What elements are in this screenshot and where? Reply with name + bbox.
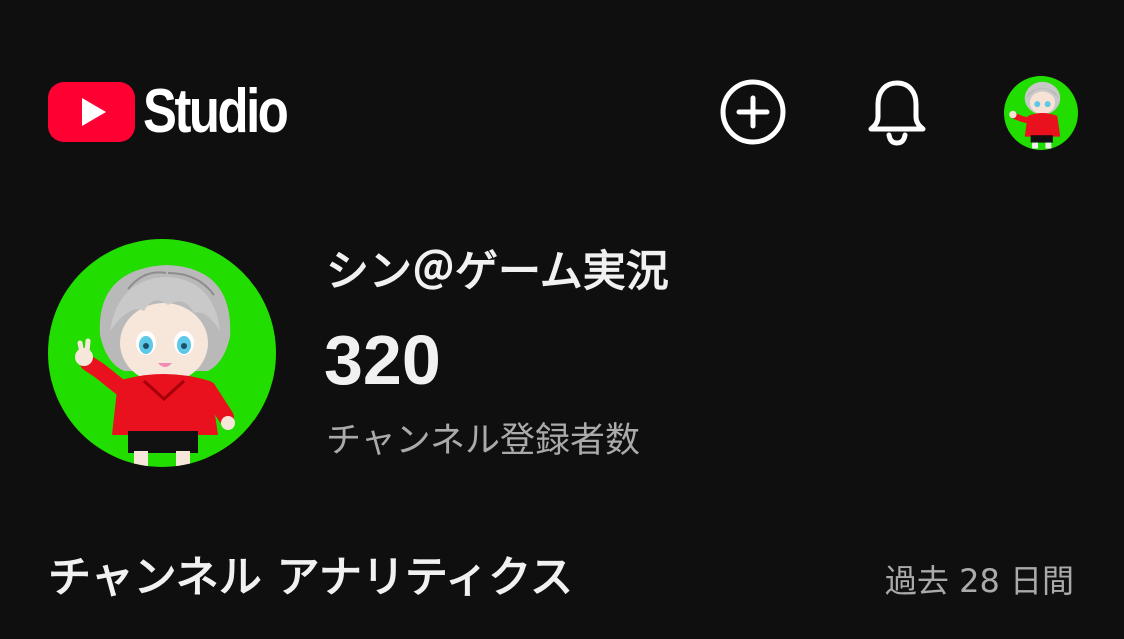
- channel-avatar[interactable]: [48, 239, 276, 467]
- channel-avatar-illustration: [48, 239, 276, 467]
- logo-text: Studio: [143, 77, 289, 146]
- app-header: Studio: [0, 0, 1124, 230]
- bell-icon: [868, 80, 926, 146]
- avatar-illustration: [1004, 76, 1078, 150]
- add-circle-icon: [720, 79, 786, 145]
- youtube-play-icon: [48, 82, 135, 142]
- create-button[interactable]: [718, 77, 788, 147]
- channel-analytics-title: チャンネル アナリティクス: [48, 553, 573, 603]
- subscriber-label: チャンネル登録者数: [326, 421, 640, 461]
- notifications-button[interactable]: [862, 77, 932, 147]
- subscriber-count: 320: [324, 321, 441, 399]
- account-avatar[interactable]: [1004, 76, 1078, 150]
- channel-name: シン＠ゲーム実況: [326, 247, 669, 297]
- studio-dashboard: Studio シン＠ゲーム実況 320 チャンネル登録者数 チャンネル アナリテ…: [0, 0, 1124, 639]
- analytics-period: 過去 28 日間: [884, 562, 1074, 600]
- youtube-studio-logo[interactable]: Studio: [48, 80, 318, 144]
